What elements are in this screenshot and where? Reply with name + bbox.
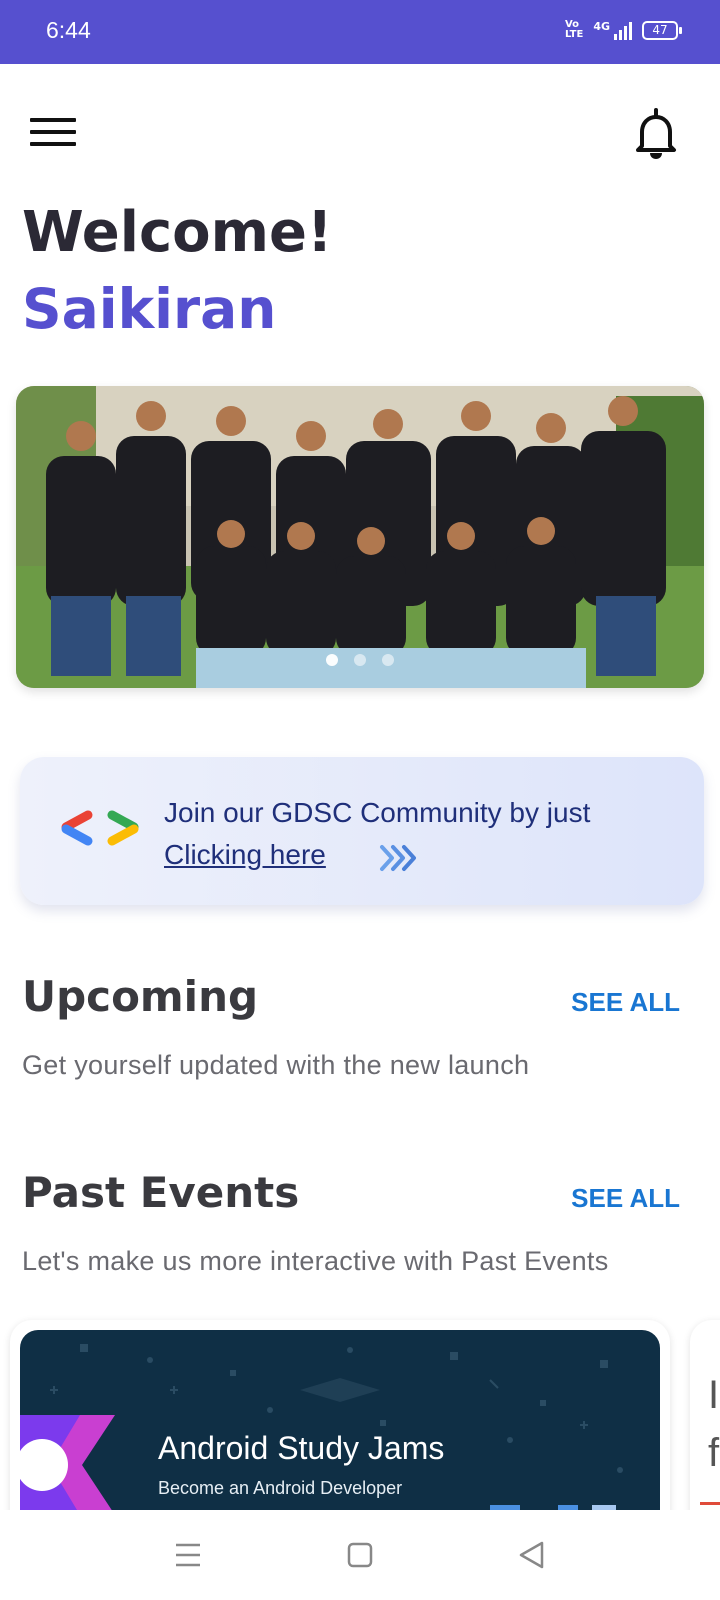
- system-nav-bar: [0, 1510, 720, 1600]
- home-icon[interactable]: [337, 1532, 383, 1578]
- battery-icon: 47: [642, 20, 682, 40]
- gdsc-join-banner[interactable]: Join our GDSC Community by just Clicking…: [20, 757, 704, 905]
- recents-icon[interactable]: [165, 1532, 211, 1578]
- event-subtitle: Become an Android Developer: [158, 1478, 403, 1498]
- back-icon[interactable]: [509, 1532, 555, 1578]
- gdsc-logo-icon: [61, 810, 139, 846]
- network-label: 4G: [593, 20, 610, 33]
- group-photo: [16, 386, 704, 688]
- banner-text: Join our GDSC Community by just: [164, 797, 591, 828]
- status-icons: Vo LTE 4G 47: [564, 19, 682, 40]
- carousel-dot[interactable]: [326, 654, 338, 666]
- carousel-dots: [16, 654, 704, 666]
- welcome-heading: Welcome!: [22, 200, 333, 265]
- battery-level: 47: [652, 22, 668, 37]
- clicking-here-link[interactable]: Clicking here: [164, 839, 326, 871]
- signal-icon: 4G: [593, 20, 632, 40]
- event-title: Android Study Jams: [158, 1430, 445, 1466]
- event-banner-image: Android Study Jams Become an Android Dev…: [20, 1330, 660, 1530]
- past-events-see-all-button[interactable]: SEE ALL: [571, 1183, 680, 1214]
- status-time: 6:44: [46, 17, 91, 43]
- status-bar: 6:44 Vo LTE 4G 47: [0, 0, 720, 64]
- bell-icon[interactable]: [634, 108, 678, 160]
- volte-icon: Vo LTE: [564, 19, 584, 40]
- upcoming-title: Upcoming: [22, 972, 259, 1021]
- past-events-title: Past Events: [22, 1168, 300, 1217]
- next-card-accent: [700, 1502, 720, 1505]
- carousel-dot[interactable]: [382, 654, 394, 666]
- image-carousel[interactable]: [16, 386, 704, 688]
- next-card-peek-text: I f: [708, 1373, 720, 1475]
- carousel-dot[interactable]: [354, 654, 366, 666]
- past-events-subtitle: Let's make us more interactive with Past…: [22, 1246, 609, 1276]
- upcoming-subtitle: Get yourself updated with the new launch: [22, 1050, 530, 1080]
- double-chevron-right-icon[interactable]: [378, 841, 420, 875]
- user-name: Saikiran: [22, 277, 277, 341]
- hamburger-menu-icon[interactable]: [30, 118, 78, 152]
- upcoming-see-all-button[interactable]: SEE ALL: [571, 987, 680, 1018]
